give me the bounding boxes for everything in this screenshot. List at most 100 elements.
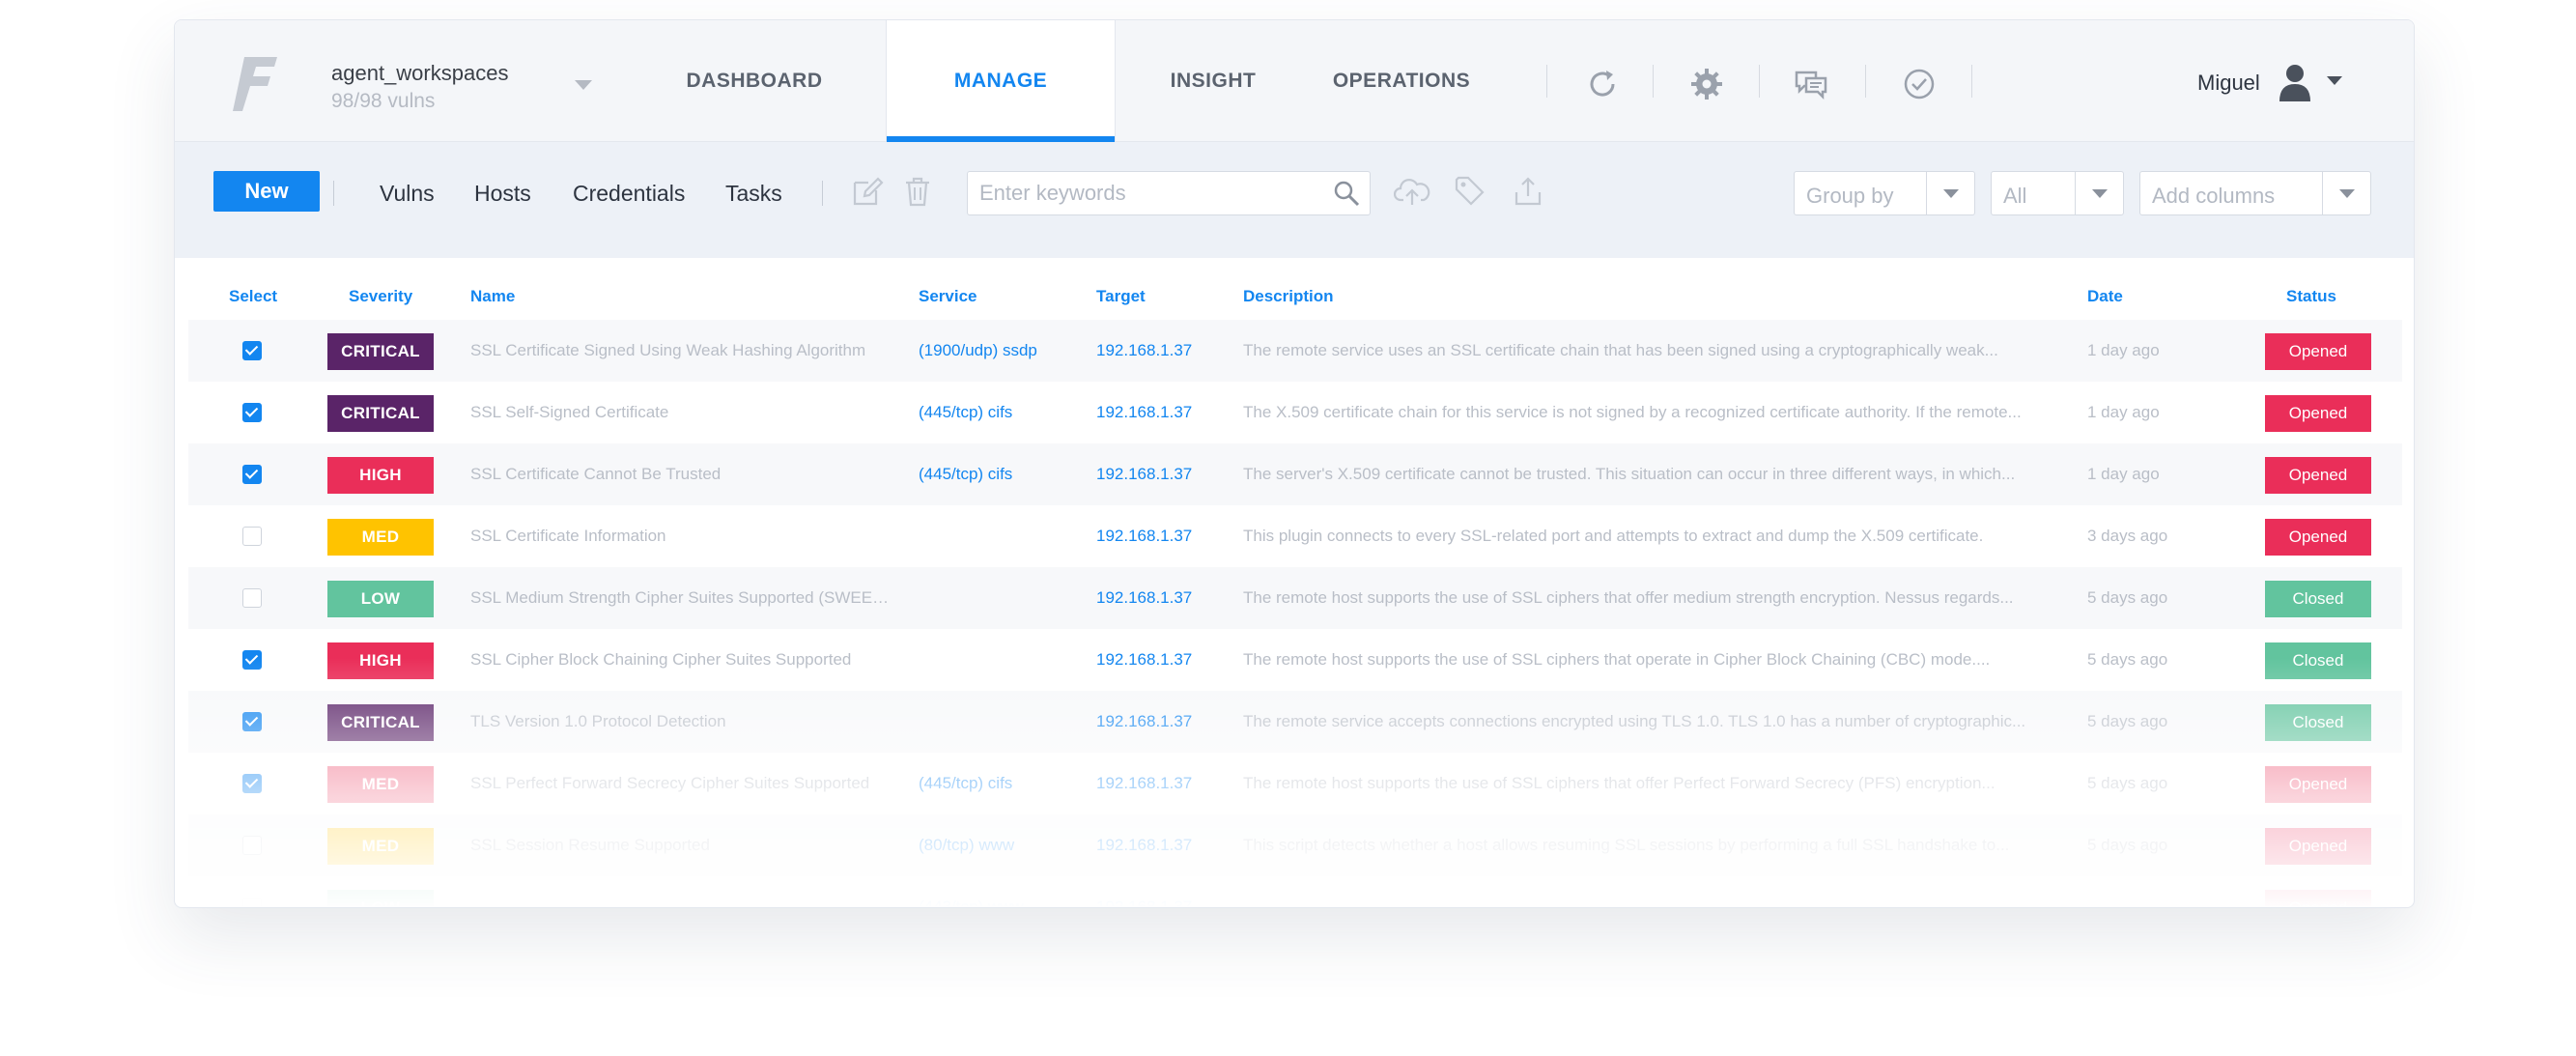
row-checkbox[interactable]	[242, 898, 262, 907]
table-row[interactable]: CRITICAL SSL Self-Signed Certificate (445/…	[188, 382, 2402, 443]
refresh-icon[interactable]	[1585, 67, 1620, 101]
vuln-name[interactable]: SSL Certificate Cannot Be Trusted	[470, 443, 895, 505]
vuln-target[interactable]: 192.168.1.37	[1096, 814, 1231, 876]
vuln-name[interactable]: SSL Certificate Signed Using Weak Hashin…	[470, 320, 895, 382]
vuln-name[interactable]: SSL Medium Strength Cipher Suites Suppor…	[470, 567, 895, 629]
vuln-service[interactable]: (1900/udp) ssdp	[919, 320, 1083, 382]
row-checkbox[interactable]	[242, 465, 262, 484]
column-header-status[interactable]: Status	[2286, 287, 2336, 306]
table-row[interactable]: CRITICAL SSL Certificate Signed Using Wea…	[188, 320, 2402, 382]
vuln-target[interactable]: 192.168.1.37	[1096, 567, 1231, 629]
tab-manage[interactable]: MANAGE	[886, 20, 1116, 142]
link-credentials[interactable]: Credentials	[573, 181, 685, 207]
vuln-name[interactable]: SSL Self-Signed Certificate	[470, 382, 895, 443]
vuln-name[interactable]: SSL Certificate Information	[470, 505, 895, 567]
status-badge[interactable]: Opened	[2265, 828, 2371, 865]
status-badge[interactable]: Closed	[2265, 642, 2371, 679]
vuln-target[interactable]: 192.168.1.37	[1096, 382, 1231, 443]
table-row[interactable]: HIGH SSL Cipher Block Chaining Cipher Sui…	[188, 629, 2402, 691]
table-row[interactable]: MED SSL Perfect Forward Secrecy Cipher Su…	[188, 753, 2402, 814]
vuln-service[interactable]: (443/tcp) www	[919, 876, 1083, 907]
row-checkbox[interactable]	[242, 774, 262, 793]
tab-operations[interactable]: OPERATIONS	[1305, 20, 1498, 142]
row-checkbox[interactable]	[242, 712, 262, 731]
vuln-service[interactable]: (80/tcp) www	[919, 814, 1083, 876]
vuln-name[interactable]: SSL Session Resume Supported	[470, 814, 895, 876]
column-header-name[interactable]: Name	[470, 287, 515, 306]
tag-icon[interactable]	[1454, 175, 1486, 208]
trash-icon[interactable]	[901, 175, 934, 208]
status-badge[interactable]: Opened	[2265, 457, 2371, 494]
status-badge[interactable]: Opened	[2265, 519, 2371, 556]
status-badge[interactable]: Opened	[2265, 766, 2371, 803]
user-menu-dropdown-icon[interactable]	[2327, 76, 2342, 85]
user-name[interactable]: Miguel	[2197, 71, 2260, 96]
chevron-down-icon[interactable]	[2322, 172, 2370, 214]
status-badge[interactable]: Closed	[2265, 581, 2371, 617]
vuln-service[interactable]: (445/tcp) cifs	[919, 382, 1083, 443]
status-badge[interactable]: Opened	[2265, 395, 2371, 432]
row-checkbox[interactable]	[242, 650, 262, 670]
vuln-target[interactable]: 192.168.1.37	[1096, 691, 1231, 753]
search-input[interactable]	[979, 172, 1317, 214]
vuln-service[interactable]	[919, 567, 1083, 629]
chevron-down-icon[interactable]	[1926, 172, 1974, 214]
status-badge[interactable]: Closed	[2265, 704, 2371, 741]
table-row[interactable]: HIGH SSL Certificate Cannot Be Trusted (44…	[188, 443, 2402, 505]
row-checkbox[interactable]	[242, 403, 262, 422]
vuln-target[interactable]: 192.168.1.37	[1096, 505, 1231, 567]
gear-icon[interactable]	[1689, 67, 1724, 101]
row-checkbox[interactable]	[242, 588, 262, 608]
table-row[interactable]: LOW SSL Medium Strength Cipher Suites Sup…	[188, 567, 2402, 629]
vuln-target[interactable]: 192.168.1.37	[1096, 320, 1231, 382]
vuln-target[interactable]: 192.168.1.37	[1096, 443, 1231, 505]
link-tasks[interactable]: Tasks	[725, 181, 782, 207]
vuln-name[interactable]	[470, 876, 895, 907]
vuln-service[interactable]: (445/tcp) cifs	[919, 753, 1083, 814]
workspace-name[interactable]: agent_workspaces	[331, 61, 508, 86]
vuln-name[interactable]: SSL Perfect Forward Secrecy Cipher Suite…	[470, 753, 895, 814]
vuln-date: 3 days ago	[2087, 527, 2168, 545]
vuln-service[interactable]: (445/tcp) cifs	[919, 443, 1083, 505]
vuln-service[interactable]	[919, 629, 1083, 691]
chevron-down-icon[interactable]	[2075, 172, 2123, 214]
vuln-target[interactable]: 192.168.1.37	[1096, 753, 1231, 814]
link-hosts[interactable]: Hosts	[474, 181, 531, 207]
column-header-description[interactable]: Description	[1243, 287, 1334, 306]
table-row[interactable]: MED SSL Certificate Information 192.168.1.…	[188, 505, 2402, 567]
column-header-date[interactable]: Date	[2087, 287, 2123, 306]
row-checkbox[interactable]	[242, 836, 262, 855]
tab-insight[interactable]: INSIGHT	[1141, 20, 1286, 142]
table-row[interactable]: LOW (443/tcp) www 192.168.1.37 Opened	[188, 876, 2402, 907]
row-checkbox[interactable]	[242, 341, 262, 360]
vuln-service[interactable]	[919, 505, 1083, 567]
faraday-logo-icon[interactable]	[233, 55, 279, 113]
tab-dashboard[interactable]: DASHBOARD	[658, 20, 851, 142]
vuln-target[interactable]: 192.168.1.37	[1096, 876, 1231, 907]
column-header-target[interactable]: Target	[1096, 287, 1146, 306]
row-checkbox[interactable]	[242, 527, 262, 546]
link-vulns[interactable]: Vulns	[380, 181, 435, 207]
new-button[interactable]: New	[213, 171, 320, 212]
status-badge[interactable]: Opened	[2265, 333, 2371, 370]
search-icon[interactable]	[1333, 180, 1360, 207]
table-row[interactable]: MED SSL Session Resume Supported (80/tcp) …	[188, 814, 2402, 876]
edit-icon[interactable]	[851, 175, 884, 208]
filter-select[interactable]: All	[1991, 171, 2124, 215]
column-header-service[interactable]: Service	[919, 287, 977, 306]
add-columns-select[interactable]: Add columns	[2139, 171, 2371, 215]
vuln-name[interactable]: TLS Version 1.0 Protocol Detection	[470, 691, 895, 753]
export-icon[interactable]	[1512, 175, 1544, 208]
check-circle-icon[interactable]	[1902, 67, 1937, 101]
comments-icon[interactable]	[1794, 67, 1828, 101]
column-header-severity[interactable]: Severity	[349, 287, 412, 306]
user-avatar-icon[interactable]	[2279, 63, 2311, 101]
status-badge[interactable]: Opened	[2265, 890, 2371, 907]
cloud-upload-icon[interactable]	[1394, 175, 1430, 208]
workspace-dropdown-icon[interactable]	[575, 80, 592, 90]
vuln-target[interactable]: 192.168.1.37	[1096, 629, 1231, 691]
table-row[interactable]: CRITICAL TLS Version 1.0 Protocol Detecti…	[188, 691, 2402, 753]
group-by-select[interactable]: Group by	[1794, 171, 1975, 215]
vuln-name[interactable]: SSL Cipher Block Chaining Cipher Suites …	[470, 629, 895, 691]
vuln-service[interactable]	[919, 691, 1083, 753]
